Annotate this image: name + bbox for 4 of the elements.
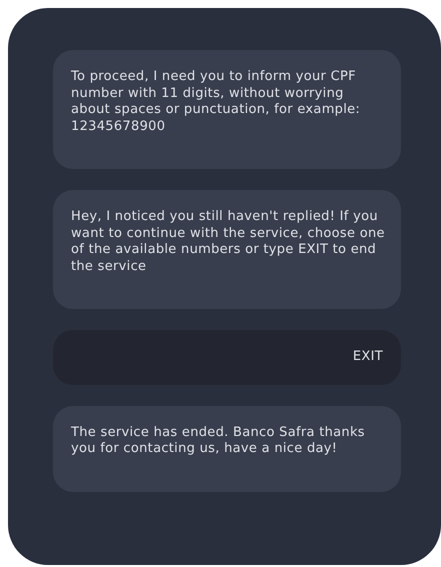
user-message: EXIT — [53, 330, 401, 384]
bot-message: To proceed, I need you to inform your CPF number with 11 digits, without worrying about spaces or punctuation, for example: 12345678900 — [53, 50, 401, 169]
bot-message: Hey, I noticed you still haven't replied! If you want to continue with the service, choose one of the available numbers or type EXIT to end the service — [53, 190, 401, 309]
bot-message: The service has ended. Banco Safra thanks you for contacting us, have a nice day! — [53, 406, 401, 492]
